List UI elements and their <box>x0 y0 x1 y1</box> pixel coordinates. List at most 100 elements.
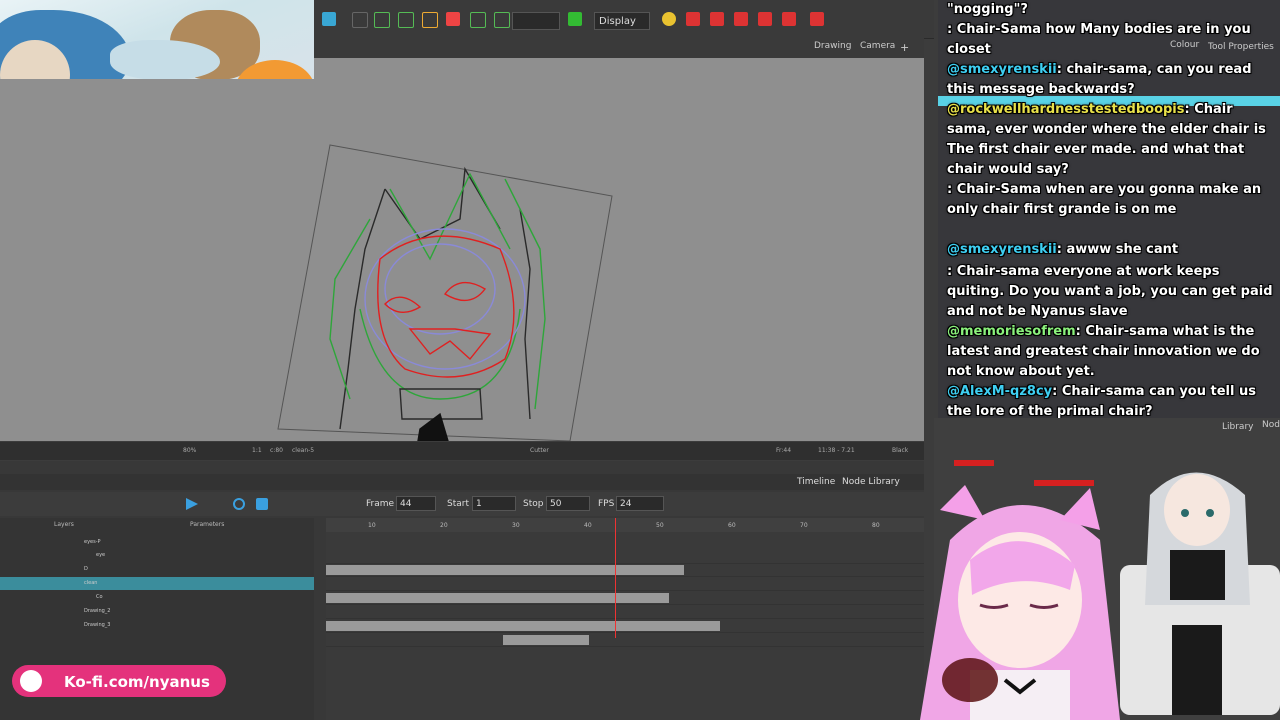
play-icon[interactable] <box>186 498 198 510</box>
layer-row[interactable]: eyes-P <box>0 536 314 549</box>
sound-icon[interactable] <box>256 498 268 510</box>
ruler-tick: 40 <box>584 522 592 529</box>
rig-icon[interactable] <box>470 12 486 28</box>
ruler-tick: 80 <box>872 522 880 529</box>
track-row[interactable] <box>326 591 924 605</box>
top-toolbar: Display <box>314 0 934 39</box>
view-tabbar: Drawing Camera + <box>314 38 924 58</box>
chat-message: : Chair-Sama how Many bodies are in you … <box>947 22 1251 57</box>
chat-message: : Chair-Sama when are you gonna make an … <box>947 182 1262 217</box>
view-options-strip <box>314 58 924 79</box>
chat-message: @rockwellhardnesstestedboopis: Chair sam… <box>947 102 1266 177</box>
display-select[interactable]: Display <box>594 12 650 30</box>
brush-icon-1[interactable] <box>686 12 700 26</box>
bone-icon[interactable] <box>494 12 510 28</box>
layer-row[interactable]: Drawing_2 <box>0 605 314 618</box>
camera-frame-icon[interactable] <box>422 12 438 28</box>
timeline-tabbar: Timeline Node Library <box>0 474 924 490</box>
exposure-segment[interactable] <box>503 635 589 645</box>
ruler-tick: 30 <box>512 522 520 529</box>
layer-row-selected[interactable]: clean <box>0 577 314 590</box>
tab-camera[interactable]: Camera <box>860 41 895 51</box>
track-row[interactable] <box>326 563 924 577</box>
exposure-segment[interactable] <box>326 621 720 631</box>
playhead[interactable] <box>615 518 616 638</box>
light-icon[interactable] <box>662 12 676 26</box>
brush-icon-5[interactable] <box>782 12 796 26</box>
fps-field[interactable]: 24 <box>616 496 664 511</box>
ruler-tick: 50 <box>656 522 664 529</box>
start-label: Start <box>447 499 469 509</box>
tab-library[interactable]: Library <box>1222 422 1253 432</box>
ratio-label: 1:1 <box>252 447 262 454</box>
kofi-cup-icon <box>20 670 42 692</box>
add-view-icon[interactable]: + <box>900 41 909 54</box>
layer-row[interactable]: D <box>0 563 314 576</box>
playback-controls: Frame 44 Start 1 Stop 50 FPS 24 <box>0 492 924 516</box>
track-row[interactable] <box>326 619 924 633</box>
vtuber-avatar-silver <box>1120 472 1280 715</box>
drawing-canvas[interactable] <box>0 79 924 441</box>
frame-ruler[interactable]: 10 20 30 40 50 60 70 80 <box>326 518 924 532</box>
layers-header: Layers <box>54 521 74 528</box>
frame-readout: Fr:44 <box>776 447 792 454</box>
exposure-segment[interactable] <box>326 565 684 575</box>
chat-message: @smexyrenskii: awww she cant <box>947 242 1179 257</box>
layer-row[interactable]: Co <box>0 591 314 604</box>
kofi-badge[interactable]: Ko-fi.com/nyanus <box>12 665 226 697</box>
flag-icon[interactable] <box>568 12 582 26</box>
tab-node-library[interactable]: Node Library <box>842 477 900 487</box>
parameters-header: Parameters <box>190 521 225 528</box>
ruler-tick: 10 <box>368 522 376 529</box>
fps-label: FPS <box>598 499 615 509</box>
camera-viewport[interactable] <box>0 79 924 441</box>
track-row[interactable] <box>326 550 924 564</box>
frame-field[interactable]: 44 <box>396 496 436 511</box>
drawing-name: clean-5 <box>292 447 315 454</box>
color-name: Black <box>892 447 909 454</box>
zoom-level[interactable]: 80% <box>183 447 196 454</box>
tab-colour[interactable]: Colour <box>1170 40 1199 50</box>
skeleton-icon[interactable] <box>398 12 414 28</box>
loop-icon[interactable] <box>233 498 245 510</box>
view-statusbar: 80% 1:1 c:80 clean-5 Cutter Fr:44 11:38 … <box>0 442 924 460</box>
vtuber-avatar-pink <box>920 485 1120 720</box>
stop-label: Stop <box>523 499 544 509</box>
brush-icon-3[interactable] <box>734 12 748 26</box>
layer-row[interactable]: Drawing_3 <box>0 619 314 632</box>
tab-node[interactable]: Node <box>1262 420 1280 430</box>
stop-field[interactable]: 50 <box>546 496 590 511</box>
chat-message: "nogging"? <box>947 2 1028 17</box>
brush-icon-6[interactable] <box>810 12 824 26</box>
deform-icon[interactable] <box>446 12 460 26</box>
toolbar-select[interactable] <box>512 12 560 30</box>
frame-label: Frame <box>366 499 395 509</box>
select-tool-icon[interactable] <box>352 12 368 28</box>
kofi-link[interactable]: Ko-fi.com/nyanus <box>64 673 210 691</box>
color-label: c:80 <box>270 447 283 454</box>
exposure-segment[interactable] <box>326 593 669 603</box>
ruler-tick: 60 <box>728 522 736 529</box>
tool-name: Cutter <box>530 447 549 454</box>
start-field[interactable]: 1 <box>472 496 516 511</box>
track-row[interactable] <box>326 577 924 591</box>
brush-icon-4[interactable] <box>758 12 772 26</box>
track-row[interactable] <box>326 633 924 647</box>
transform-icon[interactable] <box>374 12 390 28</box>
chat-message: @AlexM-qz8cy: Chair-sama can you tell us… <box>947 384 1256 419</box>
chat-overlay: "nogging"? : Chair-Sama how Many bodies … <box>938 0 1280 420</box>
tab-tool-properties[interactable]: Tool Properties <box>1208 42 1274 52</box>
ruler-tick: 20 <box>440 522 448 529</box>
chat-message: : Chair-sama everyone at work keeps quit… <box>947 264 1273 319</box>
menu-icon[interactable] <box>322 12 336 26</box>
brush-icon-2[interactable] <box>710 12 724 26</box>
tab-timeline[interactable]: Timeline <box>797 477 835 487</box>
coordinate-readout: 11:38 - 7.21 <box>818 447 855 454</box>
ruler-tick: 70 <box>800 522 808 529</box>
timeline-tracks[interactable] <box>326 518 924 720</box>
layer-row[interactable]: eye <box>0 549 314 562</box>
tab-drawing[interactable]: Drawing <box>814 41 851 51</box>
track-row[interactable] <box>326 605 924 619</box>
library-item-red[interactable] <box>954 460 994 466</box>
chat-message: @memoriesofrem: Chair-sama what is the l… <box>947 324 1260 379</box>
